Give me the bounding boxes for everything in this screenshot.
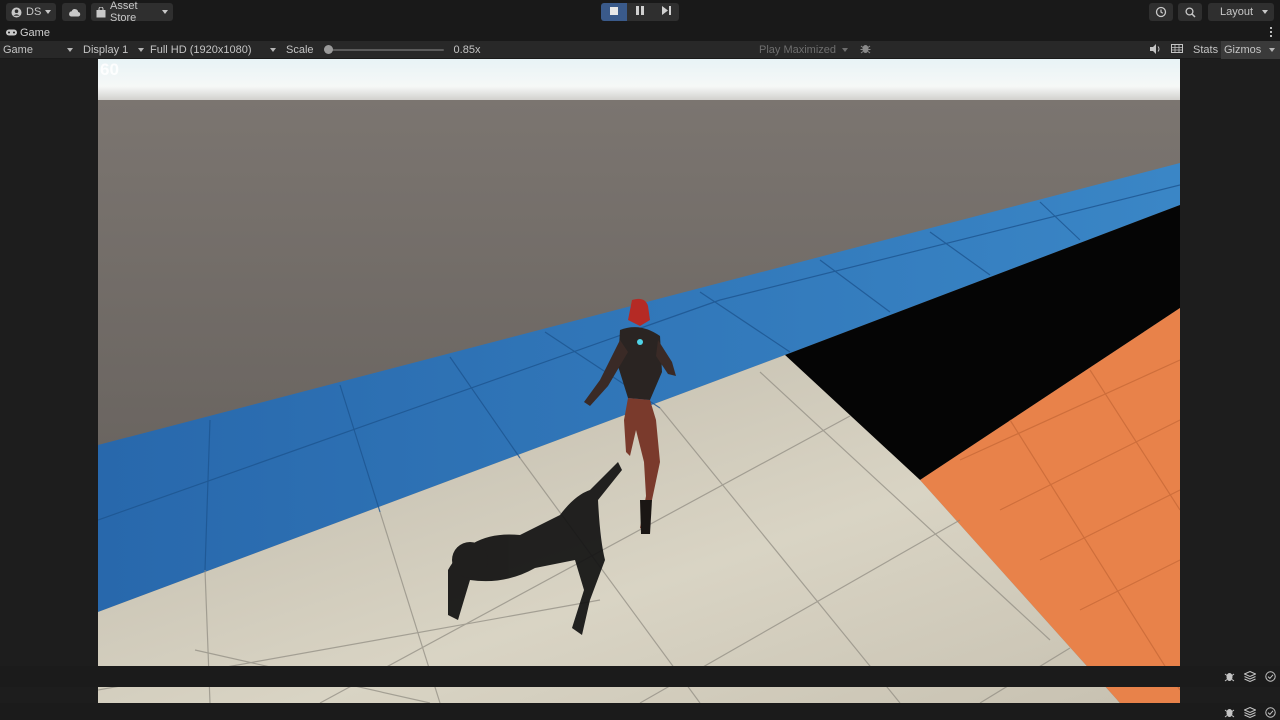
stats-label: Stats xyxy=(1193,44,1219,56)
check-circle-icon[interactable] xyxy=(1265,671,1276,682)
chevron-down-icon xyxy=(1262,10,1268,14)
status-bar xyxy=(0,703,1280,720)
stop-button[interactable] xyxy=(601,3,627,21)
view-mode-label: Game xyxy=(3,44,33,56)
asset-store-label: Asset Store xyxy=(110,0,138,24)
history-icon xyxy=(1155,6,1167,18)
account-dropdown[interactable]: DS xyxy=(6,3,56,21)
scale-slider-handle[interactable] xyxy=(323,45,333,54)
resolution-label: Full HD (1920x1080) xyxy=(150,44,252,56)
play-mode-label: Play Maximized xyxy=(759,44,837,56)
layers-icon[interactable] xyxy=(1244,671,1256,682)
step-button[interactable] xyxy=(653,3,679,21)
layout-label: Layout xyxy=(1220,6,1254,18)
gizmos-label: Gizmos xyxy=(1224,44,1262,56)
scale-slider[interactable] xyxy=(323,45,444,54)
play-mode-dropdown[interactable]: Play Maximized xyxy=(759,41,871,59)
pause-button[interactable] xyxy=(627,3,653,21)
aspect-toggle[interactable] xyxy=(1171,41,1183,59)
game-controls-bar: Game Display 1 Full HD (1920x1080) Scale… xyxy=(0,41,1280,59)
account-icon xyxy=(11,7,22,18)
asset-store-button[interactable]: Asset Store xyxy=(91,0,173,24)
audio-icon xyxy=(1150,43,1161,57)
main-toolbar: DS Asset Store Layout xyxy=(0,0,1280,24)
audio-toggle[interactable] xyxy=(1150,41,1161,59)
view-mode-dropdown[interactable]: Game xyxy=(3,41,73,59)
overlay-strip-top xyxy=(0,666,1280,687)
fps-counter: 60 xyxy=(100,60,119,79)
aspect-grid-icon xyxy=(1171,44,1183,56)
play-controls xyxy=(601,3,679,21)
stop-icon xyxy=(610,6,618,18)
stats-button[interactable]: Stats xyxy=(1193,41,1218,59)
scale-control: Scale 0.85x xyxy=(286,41,480,59)
scale-value: 0.85x xyxy=(453,44,481,56)
bug-icon[interactable] xyxy=(1224,671,1235,682)
cloud-icon xyxy=(68,8,81,17)
tab-bar: Game xyxy=(0,24,1280,41)
tab-title: Game xyxy=(20,26,50,39)
chevron-down-icon xyxy=(138,48,144,52)
display-label: Display 1 xyxy=(83,44,129,56)
pause-icon xyxy=(636,6,644,18)
overlay-icons-top xyxy=(1224,671,1276,682)
gizmos-dropdown[interactable]: Gizmos xyxy=(1221,41,1280,59)
status-bar-icons xyxy=(1224,707,1276,718)
scale-label: Scale xyxy=(286,44,314,56)
display-dropdown[interactable]: Display 1 xyxy=(83,41,144,59)
search-icon xyxy=(1184,6,1196,18)
layout-dropdown[interactable]: Layout xyxy=(1208,3,1274,21)
chevron-down-icon xyxy=(1269,48,1276,52)
layers-icon[interactable] xyxy=(1244,707,1256,718)
game-scene-render xyxy=(98,59,1180,703)
step-icon xyxy=(661,6,671,18)
chevron-down-icon xyxy=(270,48,276,52)
chevron-down-icon xyxy=(842,48,849,52)
account-label: DS xyxy=(26,6,42,18)
chevron-down-icon xyxy=(45,10,52,14)
chevron-down-icon xyxy=(162,10,168,14)
history-button[interactable] xyxy=(1149,3,1173,21)
check-circle-icon[interactable] xyxy=(1265,707,1276,718)
gamepad-icon xyxy=(6,27,17,39)
resolution-dropdown[interactable]: Full HD (1920x1080) xyxy=(150,41,276,59)
bug-icon[interactable] xyxy=(860,43,871,57)
cloud-button[interactable] xyxy=(62,3,86,21)
shopping-bag-icon xyxy=(96,6,106,18)
tab-game[interactable]: Game xyxy=(0,24,56,41)
game-view[interactable] xyxy=(98,59,1180,703)
bug-icon[interactable] xyxy=(1224,707,1235,718)
more-options-icon[interactable] xyxy=(1270,27,1272,37)
chevron-down-icon xyxy=(67,48,73,52)
search-button[interactable] xyxy=(1178,3,1202,21)
